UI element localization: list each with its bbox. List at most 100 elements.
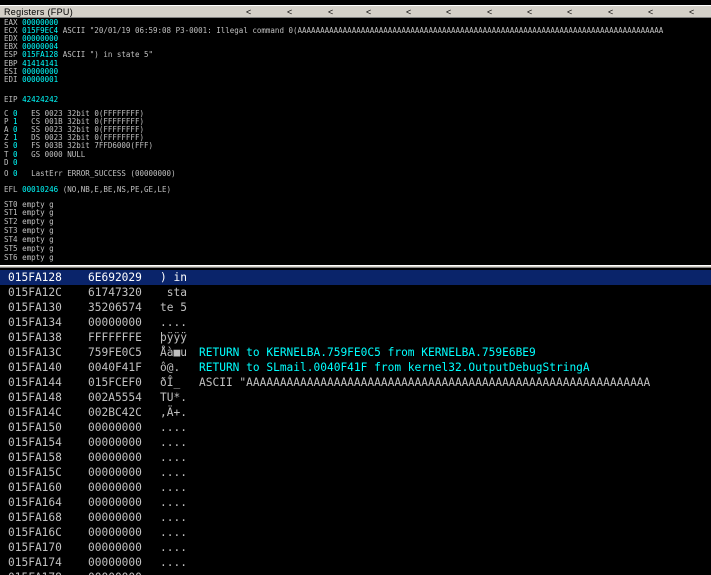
stack-row[interactable]: 015FA144 015FCEF0 ðÎ_ ASCII "AAAAAAAAAAAAAA… (0, 375, 711, 390)
stack-row[interactable]: 015FA154 00000000.... (0, 435, 711, 450)
stack-address: 015FA12C (8, 286, 62, 299)
stack-ascii: .... (160, 316, 187, 329)
stack-address: 015FA148 (8, 391, 62, 404)
stack-row[interactable]: 015FA164 00000000.... (0, 495, 711, 510)
stack-row[interactable]: 015FA15C 00000000.... (0, 465, 711, 480)
segment-row: O 0 LastErr ERROR_SUCCESS (00000000) (4, 169, 176, 179)
registers-header[interactable]: Registers (FPU) < < < < < < < < < < < < (0, 5, 711, 18)
stack-value: 00000000 (88, 316, 142, 329)
registers-pane: Registers (FPU) < < < < < < < < < < < < EAX 0000000… (0, 0, 711, 265)
stack-row[interactable]: 015FA134 00000000.... (0, 315, 711, 330)
stack-value: 0040F41F (88, 361, 142, 374)
flags-decoded: (NO,NB,E,BE,NS,PE,GE,LE) (62, 184, 172, 194)
stack-row[interactable]: 015FA148 002A5554 TU*. (0, 390, 711, 405)
fpu-register-name: ST2 (4, 217, 18, 227)
stack-address: 015FA168 (8, 511, 62, 524)
stack-ascii: .... (160, 421, 187, 434)
stack-ascii: te 5 (160, 301, 187, 314)
stack-row[interactable]: 015FA130 35206574 te 5 (0, 300, 711, 315)
stack-ascii: ô@. (160, 361, 181, 374)
stack-address: 015FA164 (8, 496, 62, 509)
stack-row[interactable]: 015FA178 00000000.... (0, 570, 711, 575)
flag-value[interactable]: 0 (13, 169, 18, 178)
stack-row[interactable]: 015FA128 6E692029) in (0, 270, 711, 285)
stack-address: 015FA158 (8, 451, 62, 464)
stack-row[interactable]: 015FA168 00000000.... (0, 510, 711, 525)
fpu-register-value[interactable]: empty g (22, 253, 54, 262)
segment-bits: ERROR_SUCCESS (00000000) (67, 169, 176, 179)
stack-ascii: sta (160, 286, 187, 299)
registers-title[interactable]: Registers (FPU) (4, 6, 73, 18)
stack-address: 015FA160 (8, 481, 62, 494)
stack-value: 00000000 (88, 481, 142, 494)
stack-address: 015FA144 (8, 376, 62, 389)
register-row-edi: EDI 00000001 (4, 75, 58, 85)
stack-ascii: .... (160, 481, 187, 494)
stack-value: 00000000 (88, 466, 142, 479)
stack-row[interactable]: 015FA150 00000000.... (0, 420, 711, 435)
fpu-register-value[interactable]: empty g (22, 208, 54, 218)
scroll-left-arrow[interactable]: < (567, 6, 572, 18)
register-value[interactable]: 00010246 (22, 185, 58, 194)
stack-value: FFFFFFFE (88, 331, 142, 344)
scroll-left-arrow[interactable]: < (608, 6, 613, 18)
fpu-register-value[interactable]: empty g (22, 235, 54, 244)
segment-bits: NULL (67, 149, 86, 159)
segment-range: 7FFD6000(FFF) (94, 141, 154, 151)
stack-pane[interactable]: 015FA128 6E692029) in 015FA12C 61747320 sta… (0, 268, 711, 575)
scroll-left-arrow[interactable]: < (689, 6, 694, 18)
stack-ascii: Åà■u (160, 346, 187, 359)
scroll-left-arrow[interactable]: < (648, 6, 653, 18)
scroll-left-arrow[interactable]: < (527, 6, 532, 18)
stack-value: 00000000 (88, 496, 142, 509)
register-name: EFL (4, 184, 18, 194)
stack-row[interactable]: 015FA158 00000000.... (0, 450, 711, 465)
fpu-register-name: ST5 (4, 244, 18, 253)
scroll-left-arrow[interactable]: < (366, 6, 371, 18)
fpu-register-value[interactable]: empty g (22, 217, 54, 227)
stack-value: 00000000 (88, 541, 142, 554)
stack-ascii: .... (160, 436, 187, 449)
stack-row[interactable]: 015FA138 FFFFFFFE þÿÿÿ (0, 330, 711, 345)
register-value[interactable]: 42424242 (22, 95, 58, 104)
fpu-register-value[interactable]: empty g (22, 244, 54, 253)
scroll-left-arrow[interactable]: < (406, 6, 411, 18)
stack-address: 015FA128 (8, 271, 62, 284)
fpu-register-value[interactable]: empty g (22, 226, 54, 235)
stack-row[interactable]: 015FA160 00000000.... (0, 480, 711, 495)
stack-row[interactable]: 015FA14C 002BC42C ,Ä+. (0, 405, 711, 420)
stack-row[interactable]: 015FA174 00000000.... (0, 555, 711, 570)
stack-comment: RETURN to KERNELBA.759FE0C5 from KERNELB… (199, 346, 536, 359)
stack-value: 61747320 (88, 286, 142, 299)
stack-ascii: .... (160, 466, 187, 479)
stack-value: 35206574 (88, 301, 142, 314)
stack-row[interactable]: 015FA13C 759FE0C5 Åà■u RETURN to KERNELBA.7… (0, 345, 711, 360)
stack-address: 015FA13C (8, 346, 62, 359)
stack-row[interactable]: 015FA170 00000000.... (0, 540, 711, 555)
stack-address: 015FA150 (8, 421, 62, 434)
flag-value[interactable]: 0 (13, 158, 18, 167)
stack-row[interactable]: 015FA140 0040F41F ô@. RETURN to SLmail.0040… (0, 360, 711, 375)
scroll-left-arrow[interactable]: < (328, 6, 333, 18)
scroll-left-arrow[interactable]: < (487, 6, 492, 18)
stack-value: 00000000 (88, 451, 142, 464)
register-value[interactable]: 00000001 (22, 75, 58, 84)
stack-ascii: .... (160, 556, 187, 569)
stack-ascii: .... (160, 496, 187, 509)
stack-comment: RETURN to SLmail.0040F41F from kernel32.… (199, 361, 590, 374)
fpu-register-name: ST0 (4, 199, 18, 209)
fpu-register-value[interactable]: empty g (22, 200, 54, 209)
scroll-left-arrow[interactable]: < (246, 6, 251, 18)
fpu-register-name: ST4 (4, 235, 18, 245)
scroll-left-arrow[interactable]: < (446, 6, 451, 18)
fpu-register-name: ST3 (4, 226, 18, 236)
stack-ascii: ) in (160, 271, 187, 284)
register-row-eip: EIP 42424242 (4, 94, 58, 105)
register-name: EIP (4, 94, 18, 104)
stack-row[interactable]: 015FA16C 00000000.... (0, 525, 711, 540)
scroll-left-arrow[interactable]: < (287, 6, 292, 18)
stack-row[interactable]: 015FA12C 61747320 sta (0, 285, 711, 300)
stack-ascii: .... (160, 526, 187, 539)
stack-address: 015FA140 (8, 361, 62, 374)
stack-address: 015FA174 (8, 556, 62, 569)
